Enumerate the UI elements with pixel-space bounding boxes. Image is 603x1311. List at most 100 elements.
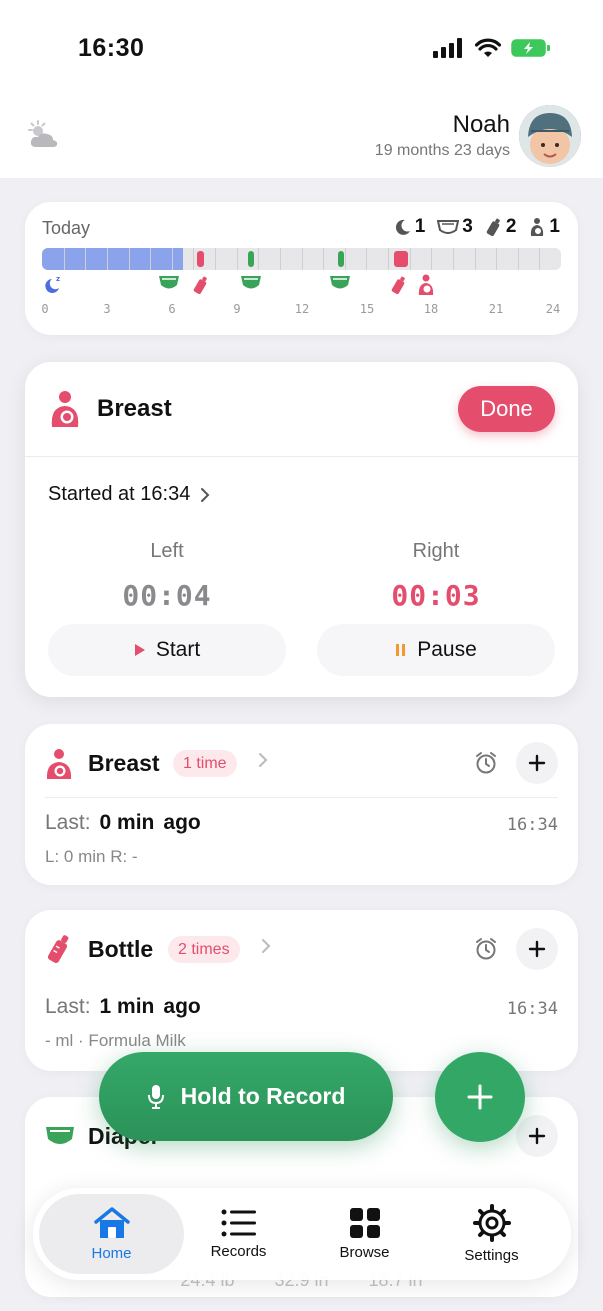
sleep-count: 1 [394,216,425,238]
breast-title: Breast [88,750,160,776]
plus-icon [528,940,546,958]
bottle-sub: - ml · Formula Milk [45,1031,186,1050]
baby-name[interactable]: Noah [453,111,510,139]
avatar[interactable] [519,105,581,167]
right-label: Right [412,540,460,562]
divider [45,797,558,798]
last-key: Last: [45,995,91,1018]
started-at-text: Started at 16:34 [48,483,191,505]
breast-count-badge: 1 time [173,750,237,777]
breast-count-value: 1 [549,216,560,237]
bottle-icon [47,935,69,964]
tab-records-label: Records [210,1243,267,1260]
bottle-count-value: 2 [505,216,517,237]
alarm-clock-icon[interactable] [474,751,498,775]
status-time: 16:30 [78,34,145,62]
last-suffix: ago [163,995,201,1018]
tick-label: 9 [233,302,241,316]
breastfeeding-icon [531,218,544,236]
timeline-icons: z [42,274,561,298]
plus-icon [467,1084,493,1110]
tick-label: 12 [294,302,310,316]
last-key: Last: [45,811,91,834]
tab-records[interactable]: Records [166,1194,311,1274]
timeline-diaper-mark[interactable] [248,251,254,267]
plus-icon [528,754,546,772]
record-label: Hold to Record [180,1083,346,1109]
today-label: Today [42,218,91,238]
grid-icon [349,1208,380,1238]
diaper-icon [46,1127,74,1144]
breastfeeding-icon [51,391,79,427]
timeline-ticks: 0 3 6 9 12 15 18 21 24 [41,302,561,318]
timeline-breast-mark[interactable] [394,251,408,267]
plus-icon [528,1127,546,1145]
tick-label: 18 [423,302,439,316]
tab-browse[interactable]: Browse [292,1194,437,1274]
chevron-right-icon [201,487,210,502]
diaper-icon [159,276,179,289]
started-at-row[interactable]: Started at 16:34 [48,483,210,506]
tick-label: 0 [41,302,49,316]
play-icon [134,644,145,656]
bottle-title: Bottle [88,936,154,962]
today-counts: 1 3 2 1 [394,216,560,238]
svg-text:z: z [56,275,60,283]
tick-label: 15 [359,302,375,316]
bottle-count: 2 [485,216,517,238]
baby-photo-icon [519,105,581,167]
bottle-icon [391,276,405,295]
chevron-right-icon[interactable] [261,938,271,954]
partly-cloudy-night-icon[interactable] [26,119,60,151]
status-bar: 16:30 [0,0,603,95]
moon-icon [395,219,410,235]
pause-icon [396,644,406,656]
last-value: 1 min [99,995,155,1018]
left-side-column: Left 00:04 [47,540,287,612]
last-value: 0 min [99,811,155,834]
done-button[interactable]: Done [458,386,555,432]
tab-home[interactable]: Home [39,1194,184,1274]
signal-icon [433,38,462,58]
hold-to-record-button[interactable]: Hold to Record [99,1052,393,1141]
timeline-bottle-mark[interactable] [197,251,204,267]
tab-bar: Home Records Browse Settings [33,1188,571,1280]
add-diaper-button[interactable] [516,1115,558,1157]
bottle-count-badge: 2 times [168,936,240,963]
tab-browse-label: Browse [339,1244,390,1261]
diaper-icon [241,276,261,289]
right-pause-button[interactable]: Pause [317,624,555,676]
left-timer: 00:04 [122,579,212,612]
sleep-icon: z [45,275,60,293]
list-icon [221,1209,256,1237]
tick-label: 3 [103,302,111,316]
add-record-button[interactable] [435,1052,525,1142]
tick-label: 21 [488,302,504,316]
day-timeline[interactable] [42,248,561,270]
tab-settings[interactable]: Settings [419,1194,564,1274]
add-breast-button[interactable] [516,742,558,784]
divider [25,456,578,457]
breast-summary-card[interactable]: Breast 1 time Last: 0 min ago 16:34 L: 0… [25,724,578,885]
bottle-last-time: 16:34 [506,999,558,1019]
left-start-button[interactable]: Start [48,624,286,676]
microphone-icon [147,1084,164,1109]
right-timer: 00:03 [391,579,481,612]
chevron-right-icon[interactable] [258,752,268,768]
alarm-clock-icon[interactable] [474,937,498,961]
breast-sub: L: 0 min R: - [45,847,138,866]
home-icon [93,1207,130,1238]
tick-label: 24 [545,302,561,316]
today-card[interactable]: Today 1 3 2 1 z 0 3 6 9 12 15 18 21 24 [25,202,578,335]
add-bottle-button[interactable] [516,928,558,970]
last-suffix: ago [163,811,201,834]
active-feeding-card: Breast Done Started at 16:34 Left 00:04 … [25,362,578,697]
timeline-diaper-mark[interactable] [338,251,344,267]
breast-count: 1 [528,216,560,238]
bottle-icon [486,218,500,237]
diaper-count: 3 [437,216,473,238]
tab-home-label: Home [91,1245,132,1262]
tick-label: 6 [168,302,176,316]
bottle-summary-card[interactable]: Bottle 2 times Last: 1 min ago 16:34 - m… [25,910,578,1071]
bottle-last: Last: 1 min ago [45,995,201,1019]
